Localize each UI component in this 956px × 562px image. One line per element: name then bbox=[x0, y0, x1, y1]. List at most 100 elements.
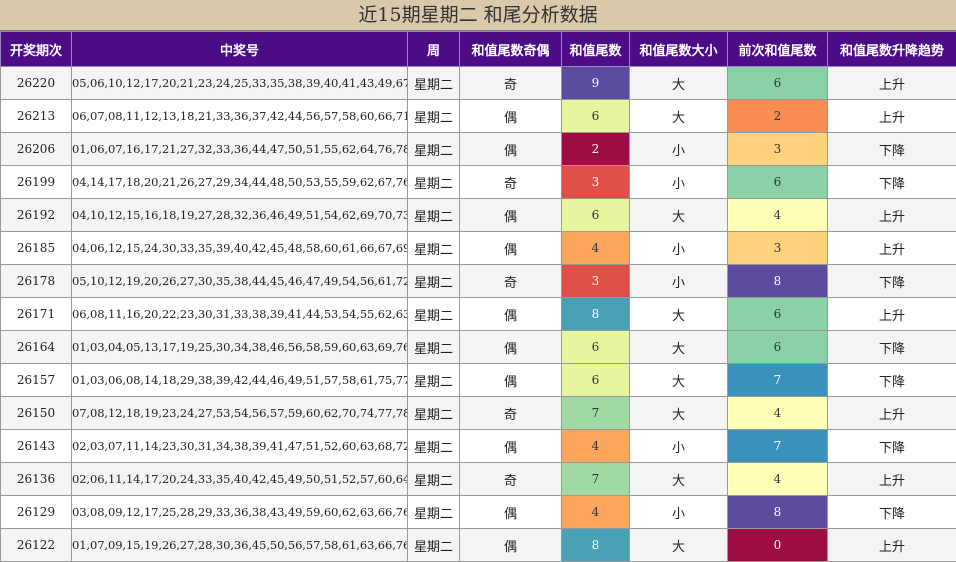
cell-parity: 偶 bbox=[460, 430, 562, 463]
cell-week: 星期二 bbox=[408, 529, 460, 562]
table-row: 2618504,06,12,15,24,30,33,35,39,40,42,45… bbox=[1, 232, 956, 265]
table-row: 2614302,03,07,11,14,23,30,31,34,38,39,41… bbox=[1, 430, 956, 463]
cell-issue: 26220 bbox=[1, 67, 72, 100]
cell-size: 小 bbox=[630, 232, 728, 265]
cell-issue: 26157 bbox=[1, 364, 72, 397]
cell-numbers: 01,06,07,16,17,21,27,32,33,36,44,47,50,5… bbox=[72, 133, 408, 166]
cell-numbers: 03,08,09,12,17,25,28,29,33,36,38,43,49,5… bbox=[72, 496, 408, 529]
cell-size: 小 bbox=[630, 133, 728, 166]
cell-trend: 下降 bbox=[828, 364, 956, 397]
col-header-issue: 开奖期次 bbox=[1, 32, 72, 67]
cell-numbers: 01,03,04,05,13,17,19,25,30,34,38,46,56,5… bbox=[72, 331, 408, 364]
cell-prev-tail: 6 bbox=[728, 166, 828, 199]
cell-prev-tail: 4 bbox=[728, 397, 828, 430]
cell-week: 星期二 bbox=[408, 67, 460, 100]
cell-size: 大 bbox=[630, 67, 728, 100]
table-row: 2612201,07,09,15,19,26,27,28,30,36,45,50… bbox=[1, 529, 956, 562]
cell-trend: 下降 bbox=[828, 430, 956, 463]
cell-numbers: 06,08,11,16,20,22,23,30,31,33,38,39,41,4… bbox=[72, 298, 408, 331]
cell-parity: 偶 bbox=[460, 496, 562, 529]
cell-issue: 26122 bbox=[1, 529, 72, 562]
header-row: 开奖期次 中奖号 周 和值尾数奇偶 和值尾数 和值尾数大小 前次和值尾数 和值尾… bbox=[1, 32, 956, 67]
table-row: 2612903,08,09,12,17,25,28,29,33,36,38,43… bbox=[1, 496, 956, 529]
cell-numbers: 04,06,12,15,24,30,33,35,39,40,42,45,48,5… bbox=[72, 232, 408, 265]
cell-size: 小 bbox=[630, 166, 728, 199]
cell-prev-tail: 3 bbox=[728, 232, 828, 265]
cell-issue: 26129 bbox=[1, 496, 72, 529]
cell-numbers: 04,10,12,15,16,18,19,27,28,32,36,46,49,5… bbox=[72, 199, 408, 232]
cell-tail: 6 bbox=[562, 364, 630, 397]
cell-prev-tail: 8 bbox=[728, 496, 828, 529]
cell-prev-tail: 4 bbox=[728, 463, 828, 496]
cell-issue: 26136 bbox=[1, 463, 72, 496]
table-row: 2619904,14,17,18,20,21,26,27,29,34,44,48… bbox=[1, 166, 956, 199]
cell-week: 星期二 bbox=[408, 298, 460, 331]
table-row: 2622005,06,10,12,17,20,21,23,24,25,33,35… bbox=[1, 67, 956, 100]
cell-size: 小 bbox=[630, 265, 728, 298]
cell-size: 大 bbox=[630, 463, 728, 496]
cell-week: 星期二 bbox=[408, 133, 460, 166]
cell-trend: 下降 bbox=[828, 496, 956, 529]
page: 近15期星期二 和尾分析数据 开奖期次 中奖号 周 和值尾数奇偶 和值尾数 和值… bbox=[0, 0, 956, 560]
cell-numbers: 05,10,12,19,20,26,27,30,35,38,44,45,46,4… bbox=[72, 265, 408, 298]
cell-prev-tail: 2 bbox=[728, 100, 828, 133]
cell-trend: 下降 bbox=[828, 331, 956, 364]
cell-size: 大 bbox=[630, 298, 728, 331]
cell-prev-tail: 0 bbox=[728, 529, 828, 562]
cell-prev-tail: 6 bbox=[728, 331, 828, 364]
table-row: 2616401,03,04,05,13,17,19,25,30,34,38,46… bbox=[1, 331, 956, 364]
analysis-table: 开奖期次 中奖号 周 和值尾数奇偶 和值尾数 和值尾数大小 前次和值尾数 和值尾… bbox=[0, 31, 956, 562]
cell-trend: 上升 bbox=[828, 397, 956, 430]
cell-trend: 下降 bbox=[828, 133, 956, 166]
cell-size: 大 bbox=[630, 529, 728, 562]
cell-week: 星期二 bbox=[408, 397, 460, 430]
cell-week: 星期二 bbox=[408, 100, 460, 133]
cell-week: 星期二 bbox=[408, 232, 460, 265]
cell-numbers: 01,03,06,08,14,18,29,38,39,42,44,46,49,5… bbox=[72, 364, 408, 397]
cell-parity: 偶 bbox=[460, 232, 562, 265]
page-title: 近15期星期二 和尾分析数据 bbox=[0, 0, 956, 31]
table-row: 2619204,10,12,15,16,18,19,27,28,32,36,46… bbox=[1, 199, 956, 232]
cell-parity: 偶 bbox=[460, 100, 562, 133]
cell-trend: 上升 bbox=[828, 199, 956, 232]
cell-week: 星期二 bbox=[408, 463, 460, 496]
cell-prev-tail: 7 bbox=[728, 364, 828, 397]
cell-parity: 偶 bbox=[460, 364, 562, 397]
cell-trend: 下降 bbox=[828, 265, 956, 298]
cell-parity: 偶 bbox=[460, 529, 562, 562]
cell-tail: 6 bbox=[562, 331, 630, 364]
cell-tail: 4 bbox=[562, 232, 630, 265]
cell-prev-tail: 6 bbox=[728, 67, 828, 100]
cell-week: 星期二 bbox=[408, 364, 460, 397]
cell-size: 小 bbox=[630, 496, 728, 529]
table-row: 2621306,07,08,11,12,13,18,21,33,36,37,42… bbox=[1, 100, 956, 133]
col-header-size: 和值尾数大小 bbox=[630, 32, 728, 67]
cell-trend: 下降 bbox=[828, 166, 956, 199]
cell-tail: 7 bbox=[562, 397, 630, 430]
cell-trend: 上升 bbox=[828, 298, 956, 331]
col-header-parity: 和值尾数奇偶 bbox=[460, 32, 562, 67]
cell-parity: 偶 bbox=[460, 133, 562, 166]
table-row: 2617106,08,11,16,20,22,23,30,31,33,38,39… bbox=[1, 298, 956, 331]
col-header-prev-tail: 前次和值尾数 bbox=[728, 32, 828, 67]
cell-tail: 8 bbox=[562, 529, 630, 562]
cell-size: 大 bbox=[630, 100, 728, 133]
col-header-numbers: 中奖号 bbox=[72, 32, 408, 67]
cell-parity: 奇 bbox=[460, 463, 562, 496]
cell-week: 星期二 bbox=[408, 331, 460, 364]
cell-parity: 奇 bbox=[460, 166, 562, 199]
cell-tail: 3 bbox=[562, 166, 630, 199]
cell-prev-tail: 7 bbox=[728, 430, 828, 463]
col-header-week: 周 bbox=[408, 32, 460, 67]
cell-size: 大 bbox=[630, 364, 728, 397]
col-header-trend: 和值尾数升降趋势 bbox=[828, 32, 956, 67]
cell-week: 星期二 bbox=[408, 430, 460, 463]
cell-parity: 偶 bbox=[460, 199, 562, 232]
cell-numbers: 04,14,17,18,20,21,26,27,29,34,44,48,50,5… bbox=[72, 166, 408, 199]
cell-prev-tail: 8 bbox=[728, 265, 828, 298]
cell-size: 小 bbox=[630, 430, 728, 463]
cell-issue: 26199 bbox=[1, 166, 72, 199]
cell-week: 星期二 bbox=[408, 166, 460, 199]
cell-week: 星期二 bbox=[408, 496, 460, 529]
cell-trend: 上升 bbox=[828, 529, 956, 562]
